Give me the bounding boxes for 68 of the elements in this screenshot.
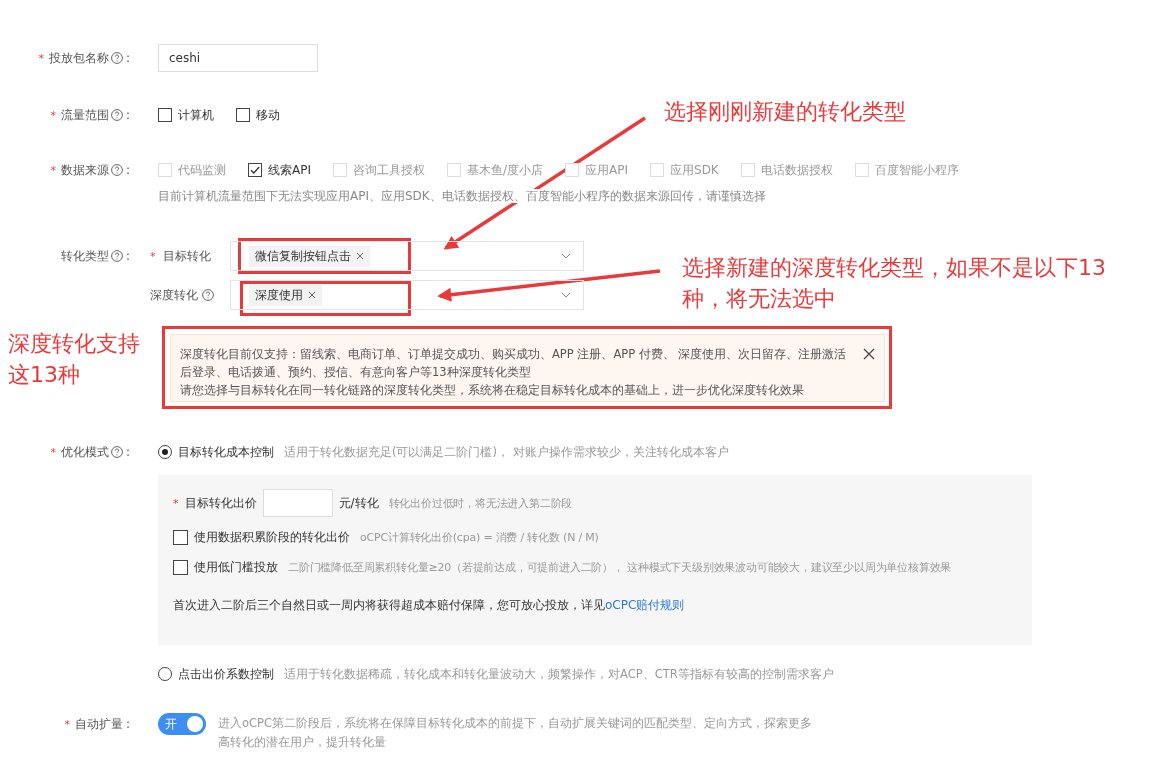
required-mark: *: [150, 249, 156, 263]
annotation-text: 深度转化支持这13种: [8, 330, 141, 389]
required-mark: *: [50, 108, 56, 122]
checkbox-label[interactable]: 移动: [256, 106, 280, 124]
required-mark: *: [38, 51, 44, 65]
data-source-hint: 目前计算机流量范围下无法实现应用API、应用SDK、电话数据授权、百度智能小程序的数据来源回传，请谨慎选择: [158, 189, 766, 203]
help-icon[interactable]: [110, 164, 123, 176]
help-icon[interactable]: [110, 250, 123, 262]
required-mark: *: [50, 163, 56, 177]
label-colon: :: [125, 108, 130, 122]
required-mark: *: [64, 717, 70, 731]
help-icon[interactable]: [110, 52, 123, 64]
bid-label: 目标转化出价: [184, 494, 257, 512]
radio-label[interactable]: 目标转化成本控制: [178, 443, 274, 461]
help-icon[interactable]: [202, 289, 214, 301]
annotation-text: 选择新建的深度转化类型，如果不是以下13种，将无法选中: [682, 254, 1107, 313]
close-icon[interactable]: [863, 348, 875, 360]
rules-link[interactable]: oCPC赔付规则: [605, 598, 685, 612]
help-icon[interactable]: [110, 446, 123, 458]
checkbox[interactable]: [173, 529, 188, 545]
radio-button[interactable]: [158, 667, 172, 681]
label-colon: :: [125, 445, 130, 459]
auto-expand-description: 进入oCPC第二阶段后，系统将在保障目标转化成本的前提下，自动扩展关键词的匹配类型、定向方式，探索更多高转化的潜在用户，提升转化量: [218, 715, 814, 751]
selected-tag: 微信复制按钮点击: [249, 245, 370, 267]
checkbox-label[interactable]: 线索API: [268, 161, 311, 179]
radio-label[interactable]: 点击出价系数控制: [178, 665, 274, 683]
field-label: 流量范围: [60, 106, 109, 124]
alert-text: 请您选择与目标转化在同一转化链路的深度转化类型，系统将在稳定目标转化成本的基础上，进一步优化深度转化效果: [180, 382, 805, 399]
checkbox-label[interactable]: 使用低门槛投放: [194, 558, 278, 576]
bid-hint: 转化出价过低时，将无法进入第二阶段: [388, 495, 573, 511]
conversion-select[interactable]: 微信复制按钮点击: [230, 241, 584, 271]
remove-icon[interactable]: [356, 252, 364, 260]
checkbox[interactable]: [158, 108, 172, 122]
chevron-down-icon: [561, 253, 571, 259]
alert-text: 深度转化目前仅支持：留线索、电商订单、订单提交成功、购买成功、APP 注册、APP 付费、 深度使用、次日留存、注册激活后登录、电话拨通、预约、授信、有意向客户等13种深度转化类型: [180, 346, 848, 381]
radio-button[interactable]: [158, 445, 172, 459]
selected-tag: 深度使用: [249, 284, 322, 306]
checkbox-label[interactable]: 使用数据积累阶段的转化出价: [194, 528, 350, 546]
field-label: 数据来源: [60, 161, 109, 179]
remove-icon[interactable]: [308, 291, 316, 299]
checkbox-hint: oCPC计算转化出价(cpa) = 消费 / 转化数 (N / M): [360, 529, 599, 545]
conversion-select[interactable]: 深度使用: [230, 280, 584, 310]
field-label: 自动扩量: [74, 715, 123, 733]
checkbox-label[interactable]: 计算机: [178, 106, 214, 124]
bid-unit: 元/转化: [338, 494, 379, 512]
field-label: 深度转化: [150, 286, 198, 304]
checkbox-hint: 二阶门槛降低至周累积转化量≥20（若提前达成，可提前进入二阶）， 这种模式下天级别效果波动可能较大，建议至少以周为单位核算效果: [288, 559, 952, 575]
field-label: 目标转化: [162, 247, 211, 265]
guarantee-note: 首次进入二阶后三个自然日或一周内将获得超成本赔付保障，您可放心投放，详见oCPC赔付规则: [173, 597, 686, 614]
required-mark: *: [50, 445, 56, 459]
checkbox[interactable]: [248, 163, 262, 177]
field-label: 投放包名称: [48, 49, 109, 67]
checkbox[interactable]: [236, 108, 250, 122]
bid-input[interactable]: [262, 489, 333, 517]
annotation-text: 选择刚刚新建的转化类型: [664, 98, 906, 126]
field-label: 优化模式: [60, 443, 109, 461]
label-colon: :: [125, 717, 130, 731]
option-description: 适用于转化数据稀疏，转化成本和转化量波动大，频繁操作，对ACP、CTR等指标有较高的控制需求客户: [284, 666, 834, 682]
label-colon: :: [125, 51, 130, 65]
help-icon[interactable]: [110, 109, 123, 121]
label-colon: :: [125, 249, 130, 263]
checkbox[interactable]: [173, 559, 188, 575]
field-label: 转化类型: [60, 247, 109, 265]
option-description: 适用于转化数据充足(可以满足二阶门槛)， 对账户操作需求较少，关注转化成本客户: [284, 444, 729, 460]
chevron-down-icon: [561, 292, 571, 298]
package-name-input[interactable]: ceshi: [158, 44, 318, 72]
label-colon: :: [125, 163, 130, 177]
required-mark: *: [173, 496, 179, 510]
